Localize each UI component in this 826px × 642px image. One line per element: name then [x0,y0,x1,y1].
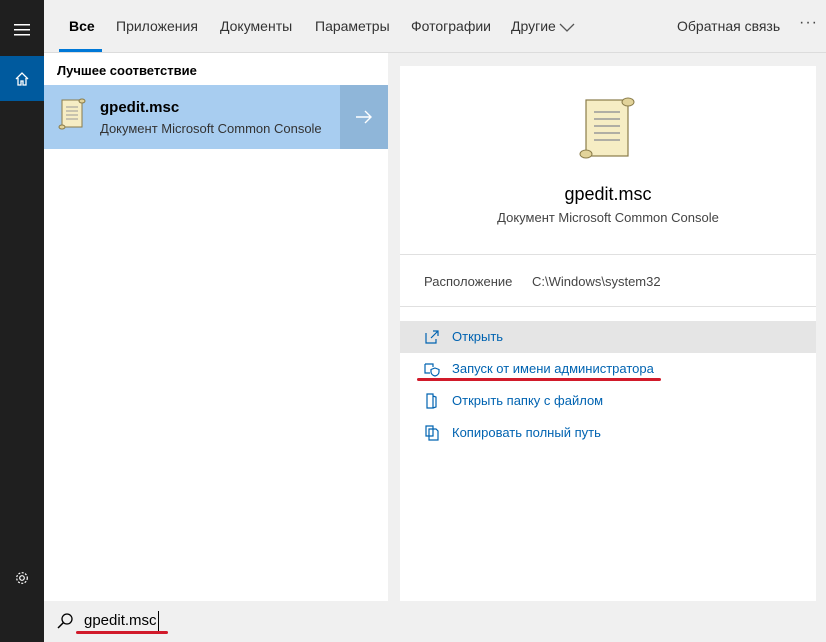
hamburger-icon[interactable] [0,8,44,52]
text-caret [158,611,159,631]
gear-icon[interactable] [0,556,44,600]
active-tab-indicator [59,49,102,52]
preview-panel: gpedit.msc Документ Microsoft Common Con… [400,66,816,601]
tab-other[interactable]: Другие [511,18,556,34]
divider [400,254,816,255]
arrow-right-icon [356,110,372,124]
left-rail [0,0,44,642]
result-name: gpedit.msc [100,99,180,116]
search-input[interactable] [84,612,384,629]
location-value: C:\Windows\system32 [532,274,661,289]
tab-all[interactable]: Все [69,18,95,34]
action-copy-path[interactable]: Копировать полный путь [400,417,816,449]
action-open-folder[interactable]: Открыть папку с файлом [400,385,816,417]
search-icon [56,612,74,635]
preview-subtitle: Документ Microsoft Common Console [497,210,719,225]
expand-arrow-button[interactable] [340,85,388,149]
tab-settings[interactable]: Параметры [315,18,390,34]
tab-documents[interactable]: Документы [220,18,292,34]
more-options-icon[interactable]: ··· [799,14,818,32]
result-subtitle: Документ Microsoft Common Console [100,121,322,136]
best-match-item[interactable]: gpedit.msc Документ Microsoft Common Con… [44,85,340,149]
annotation-underline [417,378,661,381]
tab-bar: Все Приложения Документы Параметры Фотог… [44,0,826,53]
search-bar [44,601,826,642]
open-icon [424,329,440,350]
preview-title: gpedit.msc [564,184,652,204]
tab-apps[interactable]: Приложения [116,18,198,34]
home-icon[interactable] [0,56,44,101]
document-scroll-icon [576,96,638,167]
feedback-link[interactable]: Обратная связь [677,18,780,34]
location-label: Расположение [424,274,513,289]
folder-icon [424,393,440,414]
action-open[interactable]: Открыть [400,321,816,353]
divider [400,306,816,307]
results-panel: Лучшее соответствие gpedit.msc Документ … [44,53,388,601]
copy-icon [424,425,440,446]
annotation-underline [76,631,168,634]
section-title: Лучшее соответствие [57,63,197,78]
tab-photos[interactable]: Фотографии [411,18,491,34]
chevron-down-icon[interactable] [559,20,575,38]
document-scroll-icon [58,98,86,135]
